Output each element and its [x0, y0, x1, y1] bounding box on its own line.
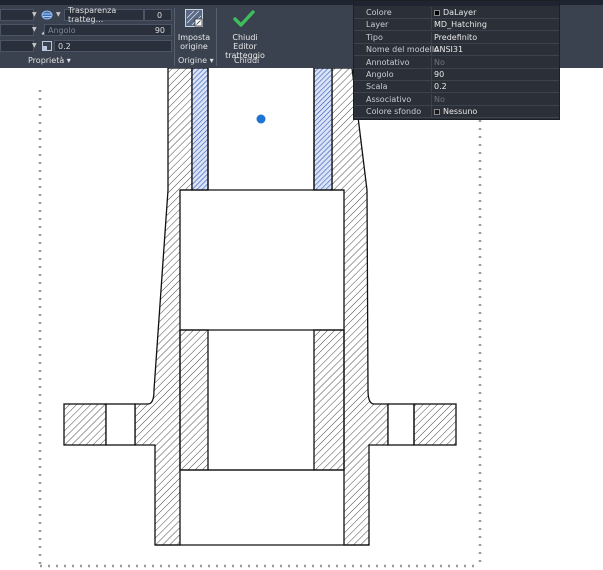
- selected-hatch[interactable]: [191, 68, 333, 191]
- property-value[interactable]: MD_Hatching: [434, 20, 487, 29]
- check-icon[interactable]: [233, 9, 255, 29]
- property-row[interactable]: Angolo 90: [354, 69, 559, 81]
- transparency-value-field[interactable]: 0: [144, 9, 172, 21]
- property-label: Associativo: [366, 94, 412, 104]
- drawing-canvas[interactable]: [0, 68, 603, 570]
- property-divider: [431, 7, 432, 18]
- property-value-text: No: [434, 57, 445, 67]
- property-value-text: ANSI31: [434, 45, 464, 55]
- property-value-text: DaLayer: [443, 8, 477, 17]
- property-value[interactable]: No: [434, 95, 445, 104]
- property-label: Colore sfondo: [366, 107, 422, 117]
- property-value[interactable]: Predefinito: [434, 33, 477, 42]
- property-value[interactable]: ANSI31: [434, 45, 463, 54]
- quick-properties-palette: Colore DaLayer Layer MD_Hatching Tipo Predefi…: [353, 0, 560, 120]
- hatch-color-combo[interactable]: [0, 24, 34, 36]
- property-row[interactable]: Colore sfondo Nessuno: [354, 106, 559, 119]
- scale-icon: [42, 41, 52, 51]
- property-value[interactable]: No: [434, 58, 445, 67]
- property-divider: [431, 106, 432, 118]
- property-label: Annotativo: [366, 57, 410, 67]
- property-divider: [431, 31, 432, 43]
- property-value[interactable]: Nessuno: [434, 107, 477, 116]
- transparency-value: 0: [156, 10, 163, 20]
- property-value-text: Predefinito: [434, 32, 478, 42]
- property-row[interactable]: Scala 0.2: [354, 81, 559, 94]
- scale-value: 0.2: [58, 41, 71, 51]
- color-swatch-icon: [434, 9, 440, 16]
- angle-field[interactable]: Angolo 90: [44, 24, 172, 36]
- property-label: Angolo: [366, 70, 394, 79]
- property-divider: [431, 81, 432, 93]
- hatch-transparency-label: Trasparenza tratteg...: [64, 6, 144, 24]
- property-value[interactable]: 90: [434, 70, 444, 79]
- layout-boundary: [38, 90, 482, 568]
- panel-title-properties[interactable]: Proprietà ▾: [28, 56, 71, 65]
- property-row[interactable]: Colore DaLayer: [354, 7, 559, 19]
- property-value-text: 90: [434, 70, 445, 79]
- angle-value: 90: [154, 25, 165, 35]
- property-label: Scala: [366, 82, 388, 92]
- background-color-combo[interactable]: [0, 40, 34, 52]
- property-divider: [431, 44, 432, 56]
- property-label: Layer: [366, 20, 389, 30]
- transparency-label: Trasparenza tratteg...: [68, 6, 117, 24]
- property-value[interactable]: 0.2: [434, 82, 447, 91]
- palette-header: [354, 1, 559, 6]
- property-value-text: 0.2: [434, 82, 447, 92]
- set-origin-button[interactable]: Imposta origine: [172, 33, 216, 51]
- set-origin-icon[interactable]: [184, 8, 204, 28]
- property-label: Tipo: [366, 32, 383, 42]
- scale-field[interactable]: 0.2: [54, 40, 172, 52]
- chevron-down-icon: ▼: [32, 11, 37, 18]
- property-divider: [431, 19, 432, 31]
- panel-title-origin[interactable]: Origine ▾: [178, 56, 214, 65]
- property-divider: [431, 56, 432, 68]
- hatch-origin-grip[interactable]: [256, 114, 266, 124]
- hatched-section[interactable]: [63, 68, 457, 546]
- property-row[interactable]: Tipo Predefinito: [354, 31, 559, 44]
- hatch-type-combo[interactable]: [0, 9, 34, 21]
- property-divider: [431, 69, 432, 80]
- chevron-down-icon: ▼: [32, 26, 37, 33]
- property-row[interactable]: Associativo No: [354, 93, 559, 106]
- property-value[interactable]: DaLayer: [434, 8, 476, 17]
- chevron-down-icon: ▼: [56, 11, 61, 18]
- property-row[interactable]: Nome del modello ANSI31: [354, 44, 559, 57]
- angle-label: Angolo: [48, 25, 76, 35]
- property-value-text: MD_Hatching: [434, 20, 487, 30]
- property-label: Nome del modello: [366, 45, 439, 55]
- panel-title-close: Chiudi: [234, 56, 260, 65]
- transparency-icon: [41, 10, 53, 20]
- property-value-text: Nessuno: [443, 107, 478, 117]
- property-divider: [431, 93, 432, 105]
- property-label: Colore: [366, 8, 392, 17]
- property-row[interactable]: Layer MD_Hatching: [354, 19, 559, 32]
- chevron-down-icon: ▼: [32, 42, 37, 49]
- property-row[interactable]: Annotativo No: [354, 56, 559, 69]
- property-value-text: No: [434, 94, 445, 104]
- color-swatch-icon: [434, 108, 440, 115]
